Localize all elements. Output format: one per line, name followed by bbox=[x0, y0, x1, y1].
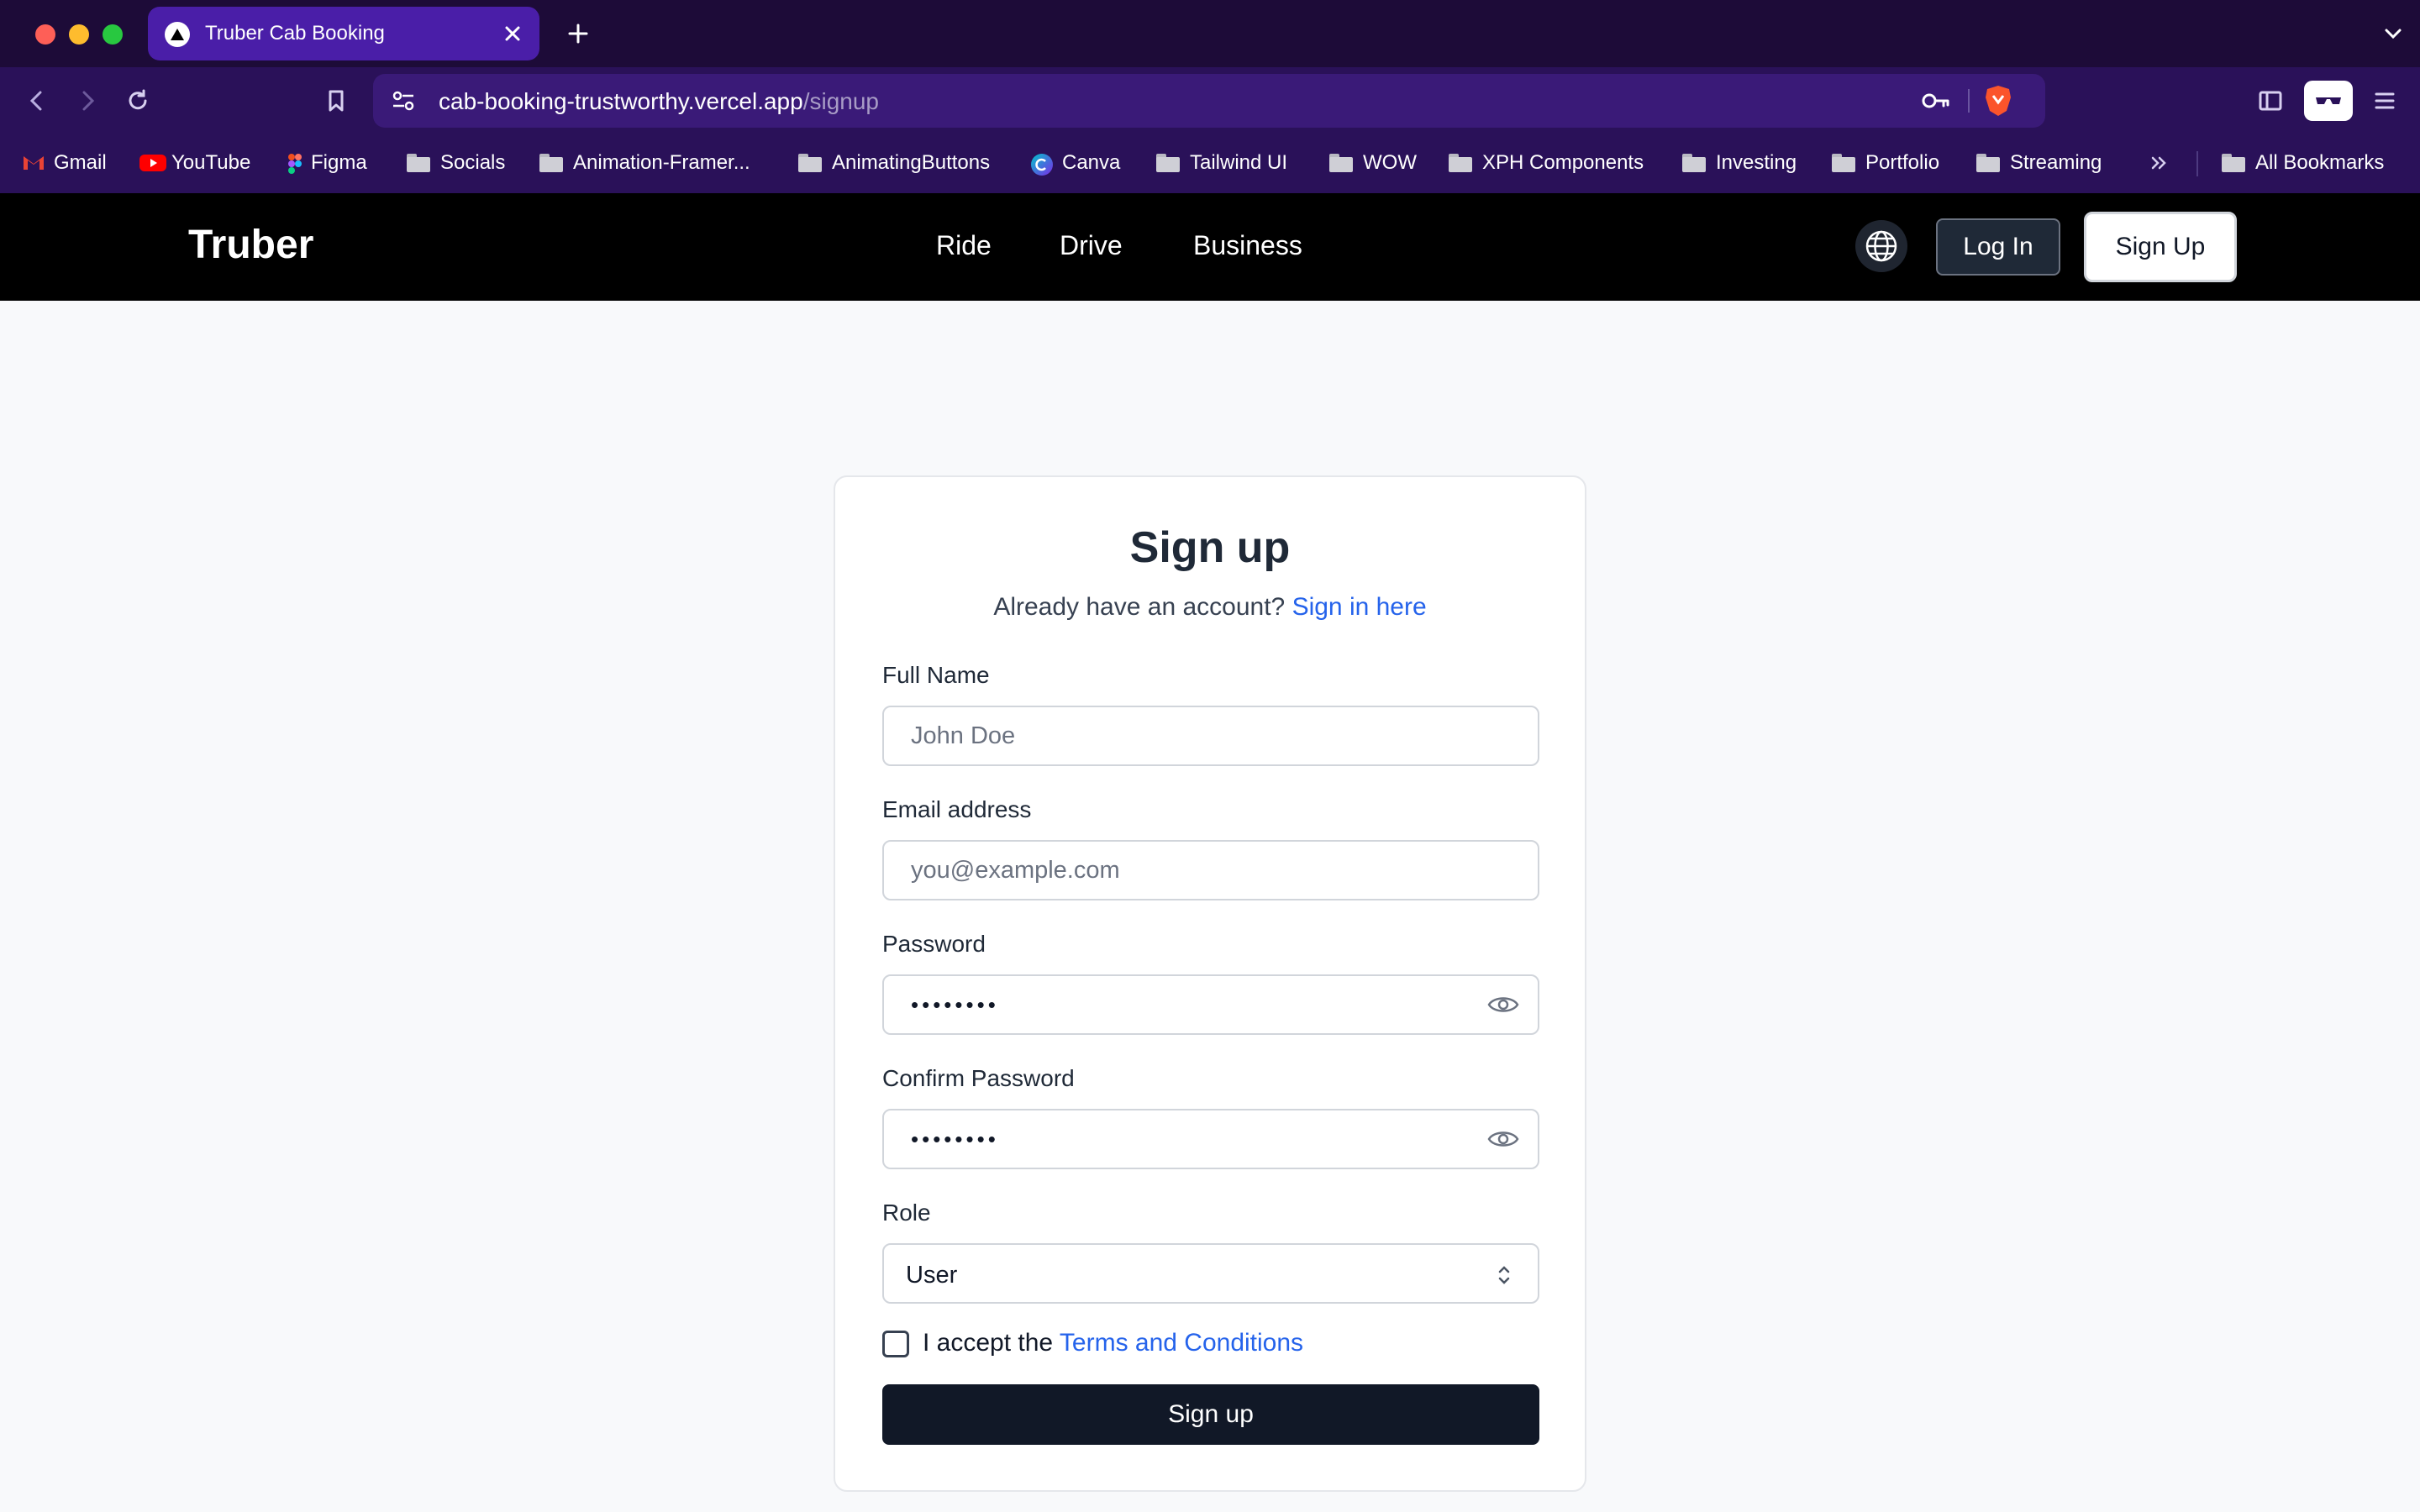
terms-acceptance: I accept the Terms and Conditions bbox=[923, 1329, 1303, 1357]
bookmark-tailwind-ui[interactable]: Tailwind UI bbox=[1156, 148, 1287, 178]
folder-icon bbox=[1449, 154, 1472, 172]
site-header: Truber Ride Drive Business Log In Sign U… bbox=[0, 193, 2420, 301]
chevron-up-down-icon bbox=[1492, 1262, 1516, 1289]
minimize-window-button[interactable] bbox=[69, 24, 89, 45]
email-input[interactable] bbox=[882, 840, 1539, 900]
reader-mode-icon[interactable] bbox=[2304, 81, 2353, 121]
key-icon[interactable] bbox=[1919, 86, 1953, 116]
brave-shield-icon[interactable] bbox=[1983, 84, 2013, 118]
close-tab-icon[interactable] bbox=[497, 18, 528, 49]
figma-icon bbox=[287, 153, 302, 174]
divider bbox=[1968, 89, 1970, 113]
bookmark-icon[interactable] bbox=[319, 84, 353, 118]
close-window-button[interactable] bbox=[35, 24, 55, 45]
bookmark-wow[interactable]: WOW bbox=[1329, 148, 1417, 178]
email-label: Email address bbox=[882, 796, 1032, 822]
youtube-icon bbox=[139, 153, 166, 173]
folder-icon bbox=[407, 154, 430, 172]
signup-submit-button[interactable]: Sign up bbox=[882, 1384, 1539, 1445]
folder-icon bbox=[1156, 154, 1180, 172]
address-bar[interactable]: cab-booking-trustworthy.vercel.app/signu… bbox=[373, 74, 2045, 128]
show-password-eye-icon[interactable] bbox=[1486, 987, 1521, 1022]
nav-link-drive[interactable]: Drive bbox=[1060, 230, 1123, 261]
folder-icon bbox=[1832, 154, 1855, 172]
signin-link[interactable]: Sign in here bbox=[1292, 593, 1427, 621]
language-button[interactable] bbox=[1855, 220, 1907, 272]
folder-icon bbox=[1329, 154, 1353, 172]
header-signup-button[interactable]: Sign Up bbox=[2084, 212, 2237, 282]
folder-icon bbox=[539, 154, 563, 172]
signin-prompt: Already have an account? Sign in here bbox=[835, 593, 1585, 622]
bookmark-animatingbuttons[interactable]: AnimatingButtons bbox=[798, 148, 990, 178]
chevron-down-icon[interactable] bbox=[2378, 18, 2408, 49]
page-title: Sign up bbox=[1129, 523, 1291, 572]
bookmarks-bar: Gmail YouTube Figma Socials Animation-Fr… bbox=[0, 134, 2420, 193]
folder-icon bbox=[2222, 154, 2245, 172]
bookmark-streaming[interactable]: Streaming bbox=[1976, 148, 2102, 178]
confirm-password-label: Confirm Password bbox=[882, 1065, 1075, 1091]
site-logo[interactable]: Truber bbox=[188, 222, 313, 268]
browser-tab-bar: Truber Cab Booking bbox=[0, 0, 2420, 68]
bookmark-xph-components[interactable]: XPH Components bbox=[1449, 148, 1644, 178]
bookmark-canva[interactable]: Canva bbox=[1030, 148, 1120, 178]
folder-icon bbox=[1976, 154, 2000, 172]
new-tab-icon[interactable] bbox=[561, 17, 595, 50]
nav-link-business[interactable]: Business bbox=[1193, 230, 1302, 261]
terms-link[interactable]: Terms and Conditions bbox=[1060, 1329, 1303, 1357]
sidebar-icon[interactable] bbox=[2254, 84, 2287, 118]
browser-tab-active[interactable]: Truber Cab Booking bbox=[148, 7, 539, 60]
signup-card: Sign up Already have an account? Sign in… bbox=[834, 475, 1586, 1492]
bookmark-youtube[interactable]: YouTube bbox=[139, 148, 250, 178]
forward-arrow-icon[interactable] bbox=[71, 84, 104, 118]
bookmark-gmail[interactable]: Gmail bbox=[22, 148, 107, 178]
bookmark-animation-framer[interactable]: Animation-Framer... bbox=[539, 148, 750, 178]
more-bookmarks-icon[interactable] bbox=[2148, 148, 2171, 178]
signin-prompt-text: Already have an account? bbox=[993, 593, 1286, 621]
divider bbox=[2196, 151, 2198, 176]
nav-link-ride[interactable]: Ride bbox=[936, 230, 992, 261]
show-confirm-password-eye-icon[interactable] bbox=[1486, 1121, 1521, 1157]
full-name-input[interactable] bbox=[882, 706, 1539, 766]
browser-toolbar: cab-booking-trustworthy.vercel.app/signu… bbox=[0, 67, 2420, 134]
bookmark-investing[interactable]: Investing bbox=[1682, 148, 1797, 178]
url-text: cab-booking-trustworthy.vercel.app/signu… bbox=[439, 88, 879, 114]
bookmark-socials[interactable]: Socials bbox=[407, 148, 505, 178]
confirm-password-input[interactable] bbox=[882, 1109, 1539, 1169]
folder-icon bbox=[798, 154, 822, 172]
all-bookmarks[interactable]: All Bookmarks bbox=[2222, 148, 2384, 178]
back-arrow-icon[interactable] bbox=[20, 84, 54, 118]
login-button[interactable]: Log In bbox=[1936, 218, 2060, 276]
triangle-favicon-icon bbox=[165, 22, 190, 47]
role-select[interactable]: User bbox=[882, 1243, 1539, 1304]
password-label: Password bbox=[882, 931, 986, 957]
password-input[interactable] bbox=[882, 974, 1539, 1035]
full-name-label: Full Name bbox=[882, 662, 990, 688]
maximize-window-button[interactable] bbox=[103, 24, 123, 45]
bookmark-portfolio[interactable]: Portfolio bbox=[1832, 148, 1939, 178]
gmail-icon bbox=[22, 153, 45, 173]
canva-icon bbox=[1030, 153, 1054, 176]
terms-checkbox[interactable] bbox=[882, 1331, 909, 1357]
tab-title: Truber Cab Booking bbox=[205, 22, 385, 45]
reload-icon[interactable] bbox=[121, 84, 155, 118]
folder-icon bbox=[1682, 154, 1706, 172]
role-label: Role bbox=[882, 1200, 931, 1226]
terms-acceptance-text: I accept the bbox=[923, 1329, 1054, 1357]
role-select-value: User bbox=[906, 1262, 958, 1289]
bookmark-figma[interactable]: Figma bbox=[287, 148, 367, 178]
menu-icon[interactable] bbox=[2368, 84, 2402, 118]
site-settings-icon[interactable] bbox=[388, 86, 418, 116]
